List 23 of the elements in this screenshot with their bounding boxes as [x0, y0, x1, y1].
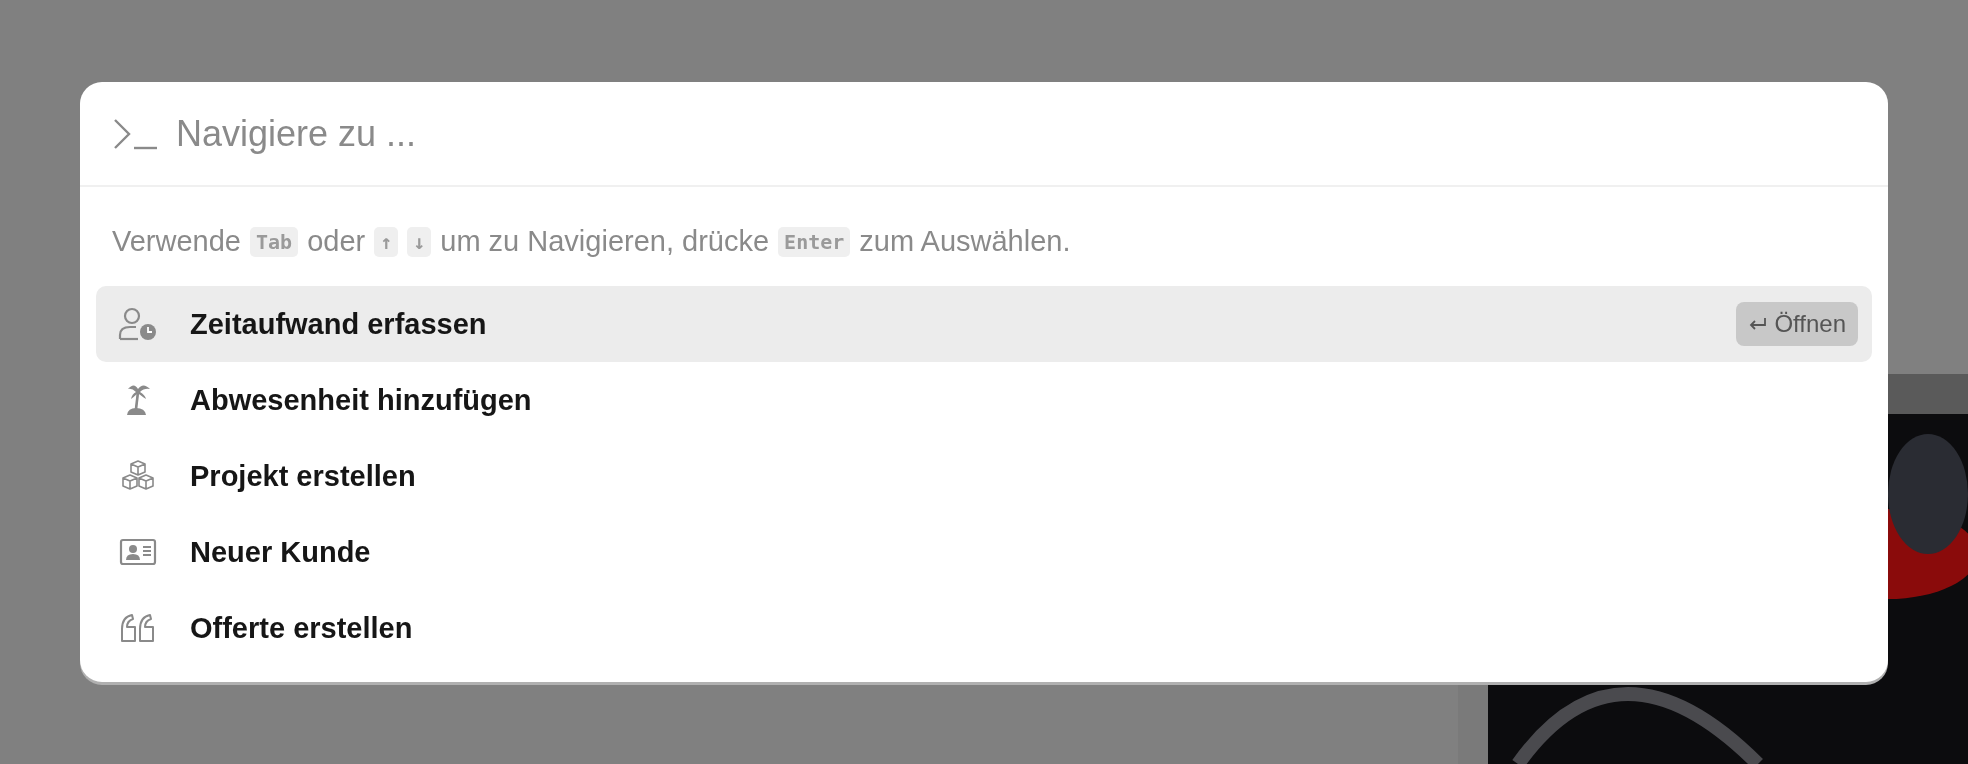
return-key-icon	[1748, 316, 1769, 332]
person-clock-icon	[118, 307, 158, 341]
command-label: Offerte erstellen	[190, 611, 414, 645]
search-field[interactable]: Navigiere zu ...	[176, 112, 1858, 155]
hint-text: Verwende	[112, 225, 241, 258]
key-cap: Tab	[250, 226, 299, 257]
command-item[interactable]: Abwesenheit hinzufügen	[96, 362, 1872, 438]
key-cap: ↓	[407, 226, 432, 257]
terminal-prompt-icon	[112, 116, 158, 151]
command-item[interactable]: Projekt erstellen	[96, 438, 1872, 514]
command-label: Zeitaufwand erfassen	[190, 307, 488, 341]
key-cap: Enter	[778, 226, 851, 257]
hint-text: um zu Navigieren, drücke	[440, 225, 770, 258]
hint-text: zum Auswählen.	[859, 225, 1071, 258]
key-cap: ↑	[374, 226, 399, 257]
command-item[interactable]: Offerte erstellen	[96, 590, 1872, 666]
command-item[interactable]: Zeitaufwand erfassen Öffnen	[96, 286, 1872, 362]
hint-text: oder	[307, 225, 366, 258]
command-item[interactable]: Neuer Kunde	[96, 514, 1872, 590]
command-label: Neuer Kunde	[190, 535, 372, 569]
command-label: Projekt erstellen	[190, 459, 417, 493]
command-label: Abwesenheit hinzufügen	[190, 383, 533, 417]
open-button[interactable]: Öffnen	[1736, 302, 1858, 346]
